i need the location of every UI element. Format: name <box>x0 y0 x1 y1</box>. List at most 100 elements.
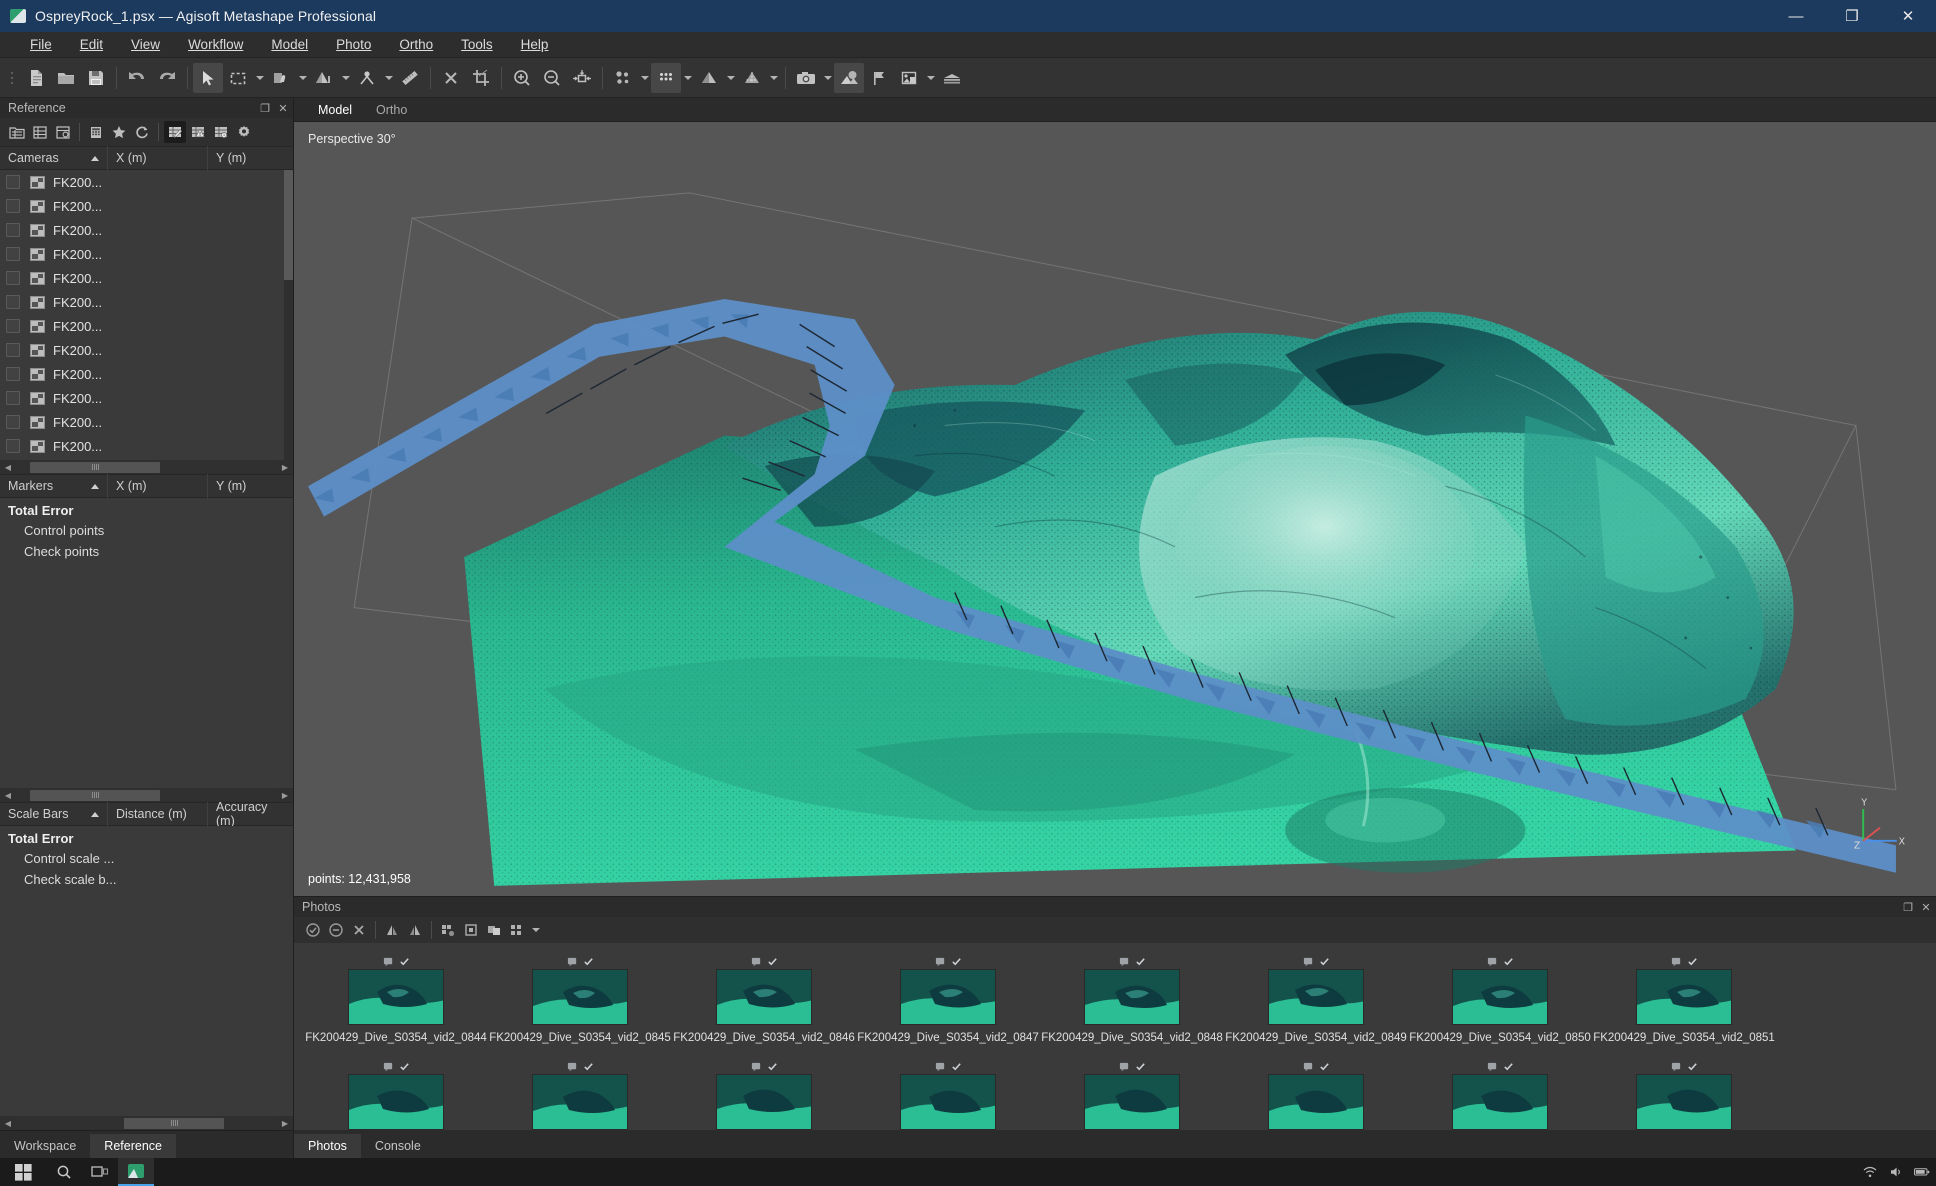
photo-item[interactable] <box>1040 1058 1224 1130</box>
minimize-button[interactable]: — <box>1768 0 1824 32</box>
scrollbar-thumb[interactable] <box>30 789 160 801</box>
scroll-left-icon[interactable]: ◀ <box>2 789 14 801</box>
table-row[interactable]: FK200... <box>0 242 293 266</box>
scrollbar-thumb[interactable] <box>30 461 160 473</box>
layers-stack-icon[interactable] <box>937 63 967 93</box>
photo-item[interactable] <box>1224 1058 1408 1130</box>
battery-icon[interactable] <box>1914 1164 1930 1180</box>
scroll-right-icon[interactable]: ▶ <box>279 1117 291 1129</box>
photo-thumbnail[interactable] <box>1452 969 1548 1025</box>
ruler-icon[interactable] <box>395 63 425 93</box>
row-checkbox[interactable] <box>6 271 20 285</box>
photo-details-icon[interactable] <box>460 919 482 941</box>
photo-item[interactable]: FK200429_Dive_S0354_vid2_0846 <box>672 953 856 1044</box>
table-row[interactable]: FK200... <box>0 218 293 242</box>
zoom-in-icon[interactable] <box>507 63 537 93</box>
camera-icon[interactable] <box>791 63 821 93</box>
scalebars-column-header[interactable]: Scale Bars <box>0 802 108 826</box>
model-viewport[interactable]: Perspective 30° points: 12,431,958 Y X Z <box>294 122 1936 896</box>
photo-item[interactable]: FK200429_Dive_S0354_vid2_0849 <box>1224 953 1408 1044</box>
reference-restore-icon[interactable]: ❐ <box>259 102 271 115</box>
photo-item[interactable]: FK200429_Dive_S0354_vid2_0847 <box>856 953 1040 1044</box>
dense-cloud-dropdown[interactable] <box>681 63 694 93</box>
cameras-horizontal-scrollbar[interactable]: ◀ ▶ <box>0 460 293 474</box>
photo-item[interactable]: FK200429_Dive_S0354_vid2_0850 <box>1408 953 1592 1044</box>
mesh-wireframe-dropdown[interactable] <box>767 63 780 93</box>
convert-icon[interactable] <box>85 121 107 143</box>
row-checkbox[interactable] <box>6 175 20 189</box>
view-estimated-icon[interactable] <box>164 121 186 143</box>
disable-photo-icon[interactable] <box>325 919 347 941</box>
photo-thumbnail[interactable] <box>1452 1074 1548 1130</box>
photo-item[interactable] <box>488 1058 672 1130</box>
maximize-button[interactable]: ❐ <box>1824 0 1880 32</box>
markers-column-header[interactable]: Markers <box>0 474 108 498</box>
photos-grid[interactable]: FK200429_Dive_S0354_vid2_0844 FK200429_D… <box>294 943 1936 1130</box>
start-icon[interactable] <box>0 1158 46 1186</box>
scrollbar-track[interactable] <box>14 1117 279 1129</box>
photo-item[interactable] <box>672 1058 856 1130</box>
row-checkbox[interactable] <box>6 199 20 213</box>
photo-item[interactable]: FK200429_Dive_S0354_vid2_0845 <box>488 953 672 1044</box>
markers-y-column-header[interactable]: Y (m) <box>208 474 293 498</box>
row-checkbox[interactable] <box>6 343 20 357</box>
save-icon[interactable] <box>81 63 111 93</box>
undo-icon[interactable] <box>122 63 152 93</box>
dense-cloud-icon[interactable] <box>651 62 681 93</box>
markers-list[interactable]: Total Error Control points Check points <box>0 498 293 788</box>
photo-item[interactable] <box>1592 1058 1776 1130</box>
photo-thumbnail[interactable] <box>900 1074 996 1130</box>
photo-item[interactable]: FK200429_Dive_S0354_vid2_0844 <box>304 953 488 1044</box>
point-cloud-icon[interactable] <box>608 63 638 93</box>
markers-check-points-item[interactable]: Check points <box>0 541 293 562</box>
rectangle-selection-icon[interactable] <box>223 63 253 93</box>
scalebars-distance-column-header[interactable]: Distance (m) <box>108 802 208 826</box>
shape-draw-dropdown[interactable] <box>339 63 352 93</box>
row-checkbox[interactable] <box>6 319 20 333</box>
mesh-wireframe-icon[interactable] <box>737 63 767 93</box>
photo-thumbnail[interactable] <box>1084 1074 1180 1130</box>
scrollbar-thumb[interactable] <box>124 1117 224 1129</box>
rotate-right-icon[interactable] <box>404 919 426 941</box>
texture-image-icon[interactable] <box>834 62 864 93</box>
markers-x-column-header[interactable]: X (m) <box>108 474 208 498</box>
photo-item[interactable]: FK200429_Dive_S0354_vid2_0851 <box>1592 953 1776 1044</box>
redo-icon[interactable] <box>152 63 182 93</box>
photo-item[interactable]: FK200429_Dive_S0354_vid2_0848 <box>1040 953 1224 1044</box>
cursor-select-icon[interactable] <box>193 62 223 93</box>
menu-model[interactable]: Model <box>257 34 322 55</box>
mesh-shaded-dropdown[interactable] <box>724 63 737 93</box>
task-view-icon[interactable] <box>82 1158 118 1186</box>
cameras-x-column-header[interactable]: X (m) <box>108 146 208 170</box>
scalebars-horizontal-scrollbar[interactable]: ◀ ▶ <box>0 1116 293 1130</box>
row-checkbox[interactable] <box>6 367 20 381</box>
table-row[interactable]: FK200... <box>0 314 293 338</box>
update-transform-icon[interactable] <box>131 121 153 143</box>
menu-help[interactable]: Help <box>507 34 563 55</box>
image-region-icon[interactable] <box>894 63 924 93</box>
table-row[interactable]: FK200... <box>0 170 293 194</box>
menu-photo[interactable]: Photo <box>322 34 385 55</box>
photo-thumbnail[interactable] <box>716 1074 812 1130</box>
rotate-left-icon[interactable] <box>381 919 403 941</box>
import-reference-icon[interactable] <box>6 121 28 143</box>
photo-compare-icon[interactable] <box>483 919 505 941</box>
photo-thumbnail[interactable] <box>532 969 628 1025</box>
scalebars-check-item[interactable]: Check scale b... <box>0 869 293 890</box>
menu-edit[interactable]: Edit <box>66 34 117 55</box>
markers-horizontal-scrollbar[interactable]: ◀ ▶ <box>0 788 293 802</box>
table-row[interactable]: FK200... <box>0 266 293 290</box>
remove-photo-icon[interactable] <box>348 919 370 941</box>
scroll-left-icon[interactable]: ◀ <box>2 1117 14 1129</box>
tab-ortho[interactable]: Ortho <box>364 100 419 120</box>
mesh-shaded-icon[interactable] <box>694 63 724 93</box>
tab-photos[interactable]: Photos <box>294 1134 361 1158</box>
photo-thumbnail[interactable] <box>348 1074 444 1130</box>
camera-dropdown[interactable] <box>821 63 834 93</box>
delete-selection-icon[interactable] <box>436 63 466 93</box>
thumbnail-size-icon[interactable] <box>506 919 528 941</box>
reset-view-icon[interactable] <box>567 63 597 93</box>
enable-photo-icon[interactable] <box>302 919 324 941</box>
search-icon[interactable] <box>46 1158 82 1186</box>
measure-points-icon[interactable] <box>352 63 382 93</box>
